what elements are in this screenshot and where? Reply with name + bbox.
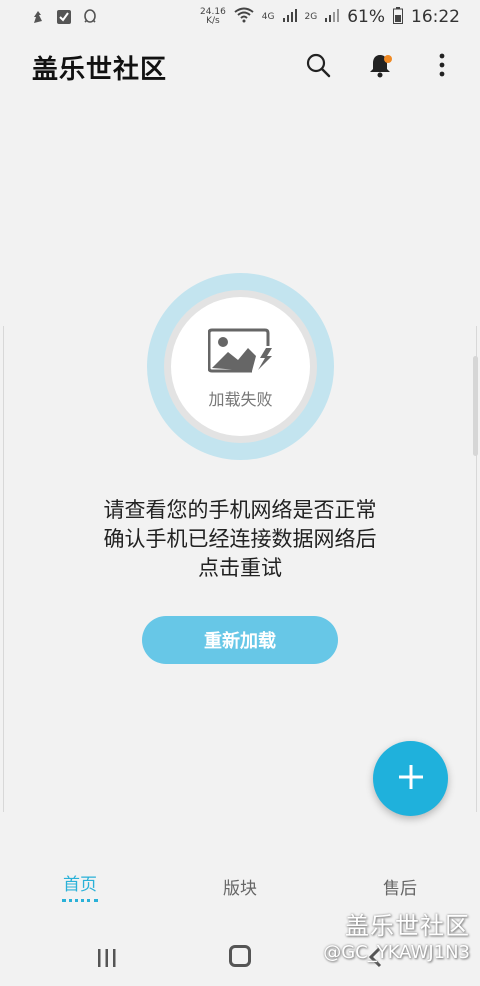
search-button[interactable] <box>302 51 334 83</box>
network-badge-4g: 4G <box>261 11 275 22</box>
message-line: 确认手机已经连接数据网络后 <box>103 527 377 551</box>
search-icon <box>305 52 331 82</box>
more-options-button[interactable] <box>426 51 458 83</box>
signal-icon-2 <box>325 7 340 27</box>
tab-label: 首页 <box>63 875 97 895</box>
load-failed-placeholder: 加载失败 <box>171 297 310 436</box>
more-vertical-icon <box>439 53 445 81</box>
app-title: 盖乐世社区 <box>32 54 168 85</box>
watermark-user: @GC_YKAWJ1N3 <box>323 942 470 963</box>
net-speed-unit: K/s <box>206 16 220 26</box>
tab-label: 版块 <box>223 878 257 899</box>
checkbox-notification-icon <box>56 9 72 25</box>
qq-icon <box>82 9 98 25</box>
new-post-fab[interactable] <box>373 741 448 816</box>
tab-label: 售后 <box>383 878 417 899</box>
notification-dot <box>384 55 392 63</box>
home-icon[interactable] <box>229 945 251 967</box>
app-header: 盖乐世社区 <box>0 34 480 100</box>
reload-button[interactable]: 重新加载 <box>142 616 338 664</box>
battery-percent: 61% <box>347 7 385 27</box>
watermark-title: 盖乐世社区 <box>345 912 470 940</box>
status-left-icons <box>30 9 98 25</box>
notifications-button[interactable] <box>364 51 396 83</box>
message-line: 点击重试 <box>198 556 282 580</box>
plus-icon <box>397 763 425 795</box>
tab-after-sales[interactable]: 售后 <box>320 860 480 912</box>
bottom-tab-bar: 首页 版块 售后 <box>0 860 480 912</box>
broken-image-icon <box>207 324 274 378</box>
header-actions <box>302 51 458 83</box>
tab-home[interactable]: 首页 <box>0 860 160 912</box>
signal-icon <box>282 7 297 27</box>
tab-boards[interactable]: 版块 <box>160 860 320 912</box>
active-tab-indicator <box>62 899 98 902</box>
network-speed: 24.16 K/s <box>200 8 226 26</box>
battery-icon <box>393 6 403 28</box>
network-error-message: 请查看您的手机网络是否正常 确认手机已经连接数据网络后 点击重试 <box>0 496 480 583</box>
message-line: 请查看您的手机网络是否正常 <box>103 498 377 522</box>
notification-app-icon <box>30 9 46 25</box>
clock: 16:22 <box>411 7 460 27</box>
edge-panel-handle[interactable] <box>473 356 478 456</box>
status-bar: 24.16 K/s 4G 2G 61% 16:22 <box>0 0 480 34</box>
wifi-icon <box>234 7 254 27</box>
network-badge-2g: 2G <box>304 11 318 22</box>
load-failed-label: 加载失败 <box>208 389 273 409</box>
recent-apps-icon[interactable] <box>96 948 118 972</box>
status-right: 24.16 K/s 4G 2G 61% 16:22 <box>200 6 460 28</box>
